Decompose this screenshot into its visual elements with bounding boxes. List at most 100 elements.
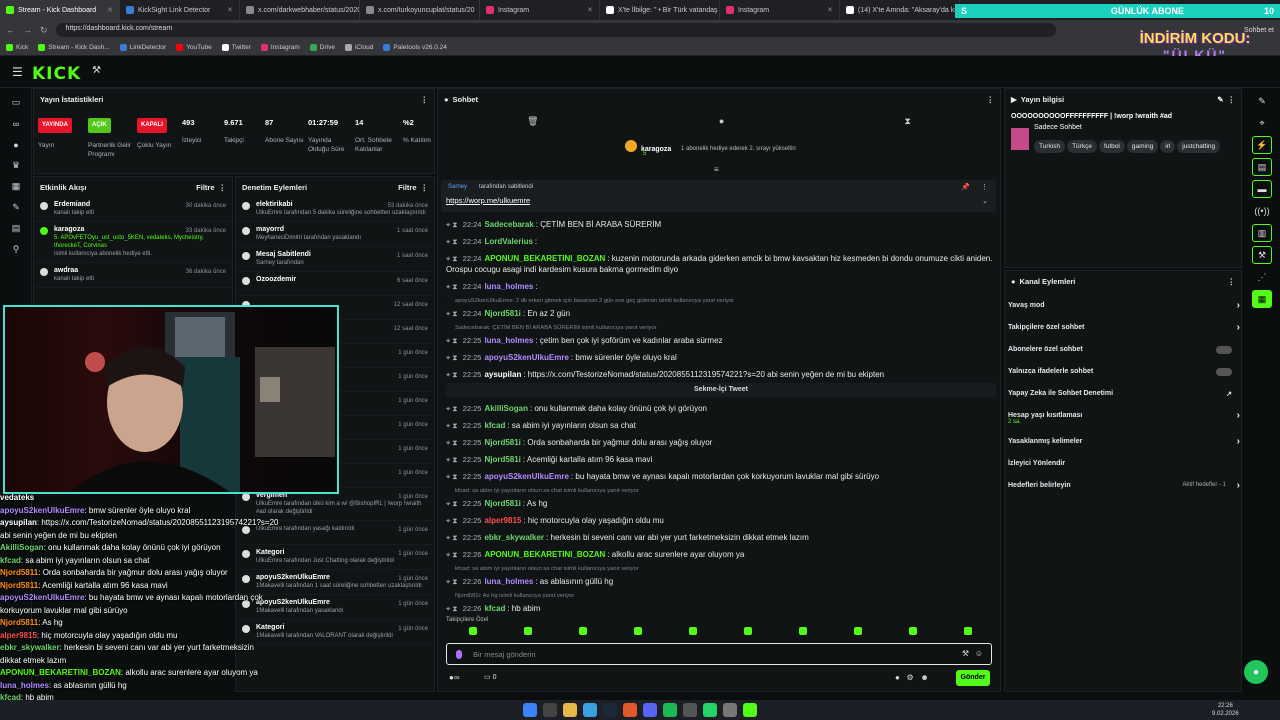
library-icon[interactable]: ▤ — [0, 218, 32, 239]
pin-icon[interactable]: ⌖ ⧗ — [446, 550, 460, 559]
pin-icon[interactable]: ⌖ ⧗ — [446, 472, 460, 481]
message-icon[interactable]: ▬ — [1252, 180, 1272, 198]
message-username[interactable]: luna_holmes — [484, 282, 533, 291]
message-username[interactable]: ebkr_skywalker — [484, 533, 544, 542]
browser-tab[interactable]: X'te İlbilge: " • Bir Türk vatandaş✕ — [600, 0, 720, 20]
stream-icon[interactable]: ▭ — [0, 92, 32, 113]
message-username[interactable]: alper9815 — [484, 516, 521, 525]
chat-message[interactable]: ⌖ ⧗ 22:25 luna_holmes: çetim ben çok iyi … — [446, 335, 996, 346]
app-icon[interactable] — [623, 703, 637, 717]
share-icon[interactable]: ⋰ — [1252, 268, 1272, 286]
browser-tab[interactable]: x.com/turkoyuncuplat/status/20✕ — [360, 0, 480, 20]
bolt-icon[interactable]: ⚡ — [1252, 136, 1272, 154]
tag-chip[interactable]: gaming — [1126, 140, 1159, 153]
channel-action-3[interactable]: Yalnızca ifadelerle sohbet — [1008, 368, 1240, 376]
tag-chip[interactable]: Turkish — [1034, 140, 1066, 153]
discord-icon[interactable] — [643, 703, 657, 717]
more-icon[interactable]: ⋮ — [1228, 277, 1236, 286]
bubble-icon[interactable]: ● — [719, 116, 724, 126]
chat-message[interactable]: ⌖ ⧗ 22:25 ebkr_skywalker: herkesin bi sev… — [446, 532, 996, 543]
bookmark-item[interactable]: Twitter — [221, 44, 251, 51]
channel-action-1[interactable]: Takipçilere özel sohbet › — [1008, 322, 1240, 333]
message-username[interactable]: Njord581i — [484, 499, 520, 508]
browser-tab[interactable]: x.com/darkwebhaber/status/2020✕ — [240, 0, 360, 20]
link-icon[interactable]: ∞ — [0, 113, 32, 134]
emote-icon[interactable] — [908, 627, 917, 635]
search-icon[interactable] — [543, 703, 557, 717]
pin-icon[interactable]: 📌 — [961, 183, 970, 191]
more-icon[interactable]: ⋮ — [219, 183, 227, 192]
channel-action-4[interactable]: Yapay Zeka ile Sohbet Denetimi ↗ — [1008, 390, 1240, 398]
chevron-right-icon[interactable]: › — [1237, 322, 1240, 333]
pin-icon[interactable]: ⌖ ⧗ — [446, 220, 460, 229]
emote-menu-icon[interactable]: ☻ — [920, 673, 928, 682]
chevron-down-icon[interactable]: ⌄ — [982, 197, 988, 205]
chat-icon[interactable]: ● — [0, 134, 32, 155]
emote-icon[interactable] — [468, 627, 477, 635]
message-username[interactable]: kfcad — [484, 604, 505, 613]
edge-icon[interactable] — [583, 703, 597, 717]
close-icon[interactable]: ✕ — [227, 6, 233, 14]
pin-icon[interactable]: ⌖ ⧗ — [446, 353, 460, 362]
emote-icon[interactable] — [853, 627, 862, 635]
bookmark-item[interactable]: iCloud — [344, 44, 373, 51]
tag-chip[interactable]: futbol — [1098, 140, 1125, 153]
emoji-icon[interactable]: ☺ — [975, 649, 983, 658]
message-username[interactable]: Njord581i — [484, 309, 520, 318]
pin-icon[interactable]: ⌖ ⧗ — [446, 533, 460, 542]
emote-icon[interactable] — [743, 627, 752, 635]
channel-action-6[interactable]: Yasaklanmış kelimeler › — [1008, 436, 1240, 447]
pin-icon[interactable]: ⌖ ⧗ — [446, 516, 460, 525]
chevron-right-icon[interactable]: › — [1237, 480, 1240, 491]
message-username[interactable]: APONUN_BEKARETINI_BOZAN — [484, 254, 605, 263]
pin-icon[interactable]: ⌖ ⧗ — [446, 421, 460, 430]
pin-icon[interactable]: ⌖ ⧗ — [446, 604, 460, 613]
message-username[interactable]: Njord581i — [484, 455, 520, 464]
trash-icon[interactable]: 🗑 — [527, 116, 538, 127]
scan-icon[interactable]: ⌖ — [1252, 114, 1272, 132]
message-username[interactable]: Sadecebarak — [484, 220, 533, 229]
message-username[interactable]: APONUN_BEKARETINI_BOZAN — [484, 550, 605, 559]
chevron-right-icon[interactable]: › — [1237, 410, 1240, 421]
chat-message[interactable]: ⌖ ⧗ 22:25 alper9815: hiç motorcuyla olay … — [446, 515, 996, 526]
pin-icon[interactable]: ⌖ ⧗ — [446, 254, 460, 263]
chat-bubble-icon[interactable]: ● — [895, 673, 900, 682]
wrench-icon[interactable]: ✎ — [0, 197, 32, 218]
panel-icon[interactable]: ▥ — [1252, 224, 1272, 242]
chat-message[interactable]: ⌖ ⧗ 22:25 aysupilan: https://x.com/Testor… — [446, 369, 996, 380]
pin-icon[interactable]: ⌖ ⧗ — [446, 282, 460, 291]
chat-message[interactable]: ⌖ ⧗ 22:26 APONUN_BEKARETINI_BOZAN: alkoll… — [446, 549, 996, 560]
message-username[interactable]: kfcad — [484, 421, 505, 430]
bookmark-item[interactable]: Stream - Kick Dash... — [38, 44, 110, 51]
browser-tab[interactable]: Instagram ✕ — [480, 0, 600, 20]
channel-action-0[interactable]: Yavaş mod › — [1008, 300, 1240, 311]
hammer-icon[interactable]: ⚒ — [92, 65, 101, 76]
chat-message[interactable]: ⌖ ⧗ 22:25 Njord581i: As hg — [446, 498, 996, 509]
chevron-right-icon[interactable]: › — [1237, 436, 1240, 447]
chat-message[interactable]: ⌖ ⧗ 22:24 Sadecebarak: ÇETİM BEN Bİ ARABA… — [446, 219, 996, 230]
channel-action-5[interactable]: Hesap yaşı kısıtlaması 2 sa. › — [1008, 410, 1240, 425]
bookmark-item[interactable]: Paletools v26.0.24 — [383, 44, 447, 51]
mod-filter-button[interactable]: Filtre — [398, 183, 416, 192]
gear-icon[interactable]: ⚙ — [907, 673, 914, 682]
emote-icon[interactable] — [963, 627, 972, 635]
bookmark-item[interactable]: LinkDetector — [119, 44, 166, 51]
signal-icon[interactable]: ((•)) — [1252, 202, 1272, 220]
edit-icon[interactable]: ✎ — [1217, 95, 1223, 104]
edit-icon[interactable]: ✎ — [1252, 92, 1272, 110]
sort-icon[interactable]: ≡ — [714, 165, 719, 174]
message-username[interactable]: apoyuS2kenUlkuEmre — [484, 353, 568, 362]
chat-message[interactable]: ⌖ ⧗ 22:26 luna_holmes: as ablasının güllü… — [446, 576, 996, 587]
emote-icon[interactable] — [578, 627, 587, 635]
more-icon[interactable]: ⋮ — [987, 95, 995, 104]
more-icon[interactable]: ⋮ — [421, 95, 429, 104]
toggle-switch[interactable] — [1216, 368, 1232, 376]
bookmark-item[interactable]: Instagram — [260, 44, 300, 51]
pinned-link[interactable]: https://worp.me/ulkuemre — [446, 196, 530, 205]
browser-tab[interactable]: (14) X'te Amnda: "Aksaray'da küçü✕ — [840, 0, 960, 20]
tweet-embed[interactable]: Sekme-İçi Tweet — [446, 383, 996, 397]
steam-icon[interactable] — [603, 703, 617, 717]
chat-message[interactable]: ⌖ ⧗ 22:25 apoyuS2kenUlkuEmre: bmw sürenle… — [446, 352, 996, 363]
channel-action-2[interactable]: Abonelere özel sohbet — [1008, 346, 1240, 354]
pin-icon[interactable]: ⌖ ⧗ — [446, 499, 460, 508]
